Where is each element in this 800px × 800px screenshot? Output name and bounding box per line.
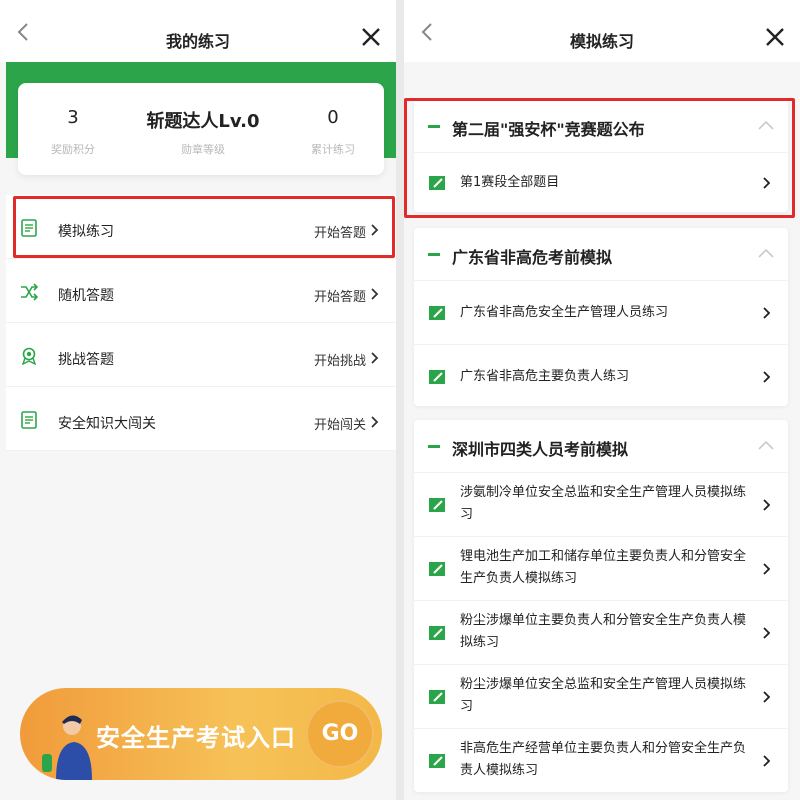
chevron-right-icon	[763, 307, 771, 319]
list-item[interactable]: 非高危生产经营单位主要负责人和分管安全生产负责人模拟练习	[414, 728, 788, 792]
section-header[interactable]: 广东省非高危考前模拟	[414, 228, 788, 280]
list-item[interactable]: 粉尘涉爆单位主要负责人和分管安全生产负责人模拟练习	[414, 600, 788, 664]
chevron-up-icon[interactable]	[758, 248, 774, 258]
section-header[interactable]: 第二届"强安杯"竞赛题公布	[414, 100, 788, 152]
menu-item-label: 模拟练习	[58, 224, 114, 240]
list-item[interactable]: 第1赛段全部题目	[414, 152, 788, 212]
chevron-right-icon	[763, 371, 771, 383]
list-item[interactable]: 广东省非高危安全生产管理人员练习	[414, 280, 788, 344]
section-dash	[428, 445, 440, 448]
section-shenzhen: 深圳市四类人员考前模拟 涉氨制冷单位安全总监和安全生产管理人员模拟练习 锂电池生…	[414, 420, 788, 792]
edit-doc-icon	[429, 498, 445, 512]
my-practice-screen: 我的练习 3 奖励积分 斩题达人Lv.0 勋章等级 0 累计练习 模拟练习 开始…	[0, 0, 396, 800]
menu-item-action[interactable]: 开始答题	[314, 286, 366, 305]
doc-list-icon	[21, 219, 37, 237]
close-icon[interactable]	[360, 26, 382, 48]
menu-item-random-quiz[interactable]: 随机答题 开始答题	[6, 259, 396, 323]
stat-label: 勋章等级	[181, 143, 225, 156]
section-qiangan-cup: 第二届"强安杯"竞赛题公布 第1赛段全部题目	[414, 100, 788, 212]
list-item[interactable]: 广东省非高危主要负责人练习	[414, 344, 788, 406]
item-text: 广东省非高危安全生产管理人员练习	[460, 305, 669, 320]
menu-item-label: 挑战答题	[58, 352, 114, 368]
section-dash	[428, 253, 440, 256]
menu-item-mock-practice[interactable]: 模拟练习 开始答题	[6, 195, 396, 259]
edit-doc-icon	[429, 562, 445, 576]
nav-bar: 模拟练习	[404, 0, 800, 62]
edit-doc-icon	[429, 626, 445, 640]
stat-value: 斩题达人Lv.0	[146, 111, 260, 132]
stat-label: 奖励积分	[51, 143, 95, 156]
page-title: 我的练习	[165, 32, 230, 51]
section-guangdong: 广东省非高危考前模拟 广东省非高危安全生产管理人员练习 广东省非高危主要负责人练…	[414, 228, 788, 406]
list-item[interactable]: 锂电池生产加工和储存单位主要负责人和分管安全生产负责人模拟练习	[414, 536, 788, 600]
section-title: 广东省非高危考前模拟	[452, 248, 613, 267]
list-item[interactable]: 粉尘涉爆单位安全总监和安全生产管理人员模拟练习	[414, 664, 788, 728]
doc-list-icon	[21, 411, 37, 429]
edit-doc-icon	[429, 690, 445, 704]
item-text: 粉尘涉爆单位安全总监和安全生产管理人员模拟练习	[460, 677, 747, 714]
edit-doc-icon	[429, 370, 445, 384]
item-text: 广东省非高危主要负责人练习	[460, 369, 630, 384]
person-illustration-icon	[42, 715, 92, 780]
mock-practice-screen: 模拟练习 第二届"强安杯"竞赛题公布 第1赛段全部题目 广东省非高危考前模拟 广…	[404, 0, 800, 800]
chevron-right-icon	[763, 627, 771, 639]
chevron-right-icon	[371, 288, 379, 300]
stats-card: 3 奖励积分 斩题达人Lv.0 勋章等级 0 累计练习	[18, 83, 384, 175]
list-item[interactable]: 涉氨制冷单位安全总监和安全生产管理人员模拟练习	[414, 472, 788, 536]
item-text: 第1赛段全部题目	[460, 175, 560, 190]
page-title: 模拟练习	[569, 32, 634, 51]
chevron-right-icon	[371, 416, 379, 428]
chevron-up-icon[interactable]	[758, 440, 774, 450]
close-icon[interactable]	[764, 26, 786, 48]
chevron-right-icon	[371, 352, 379, 364]
section-dash	[428, 125, 440, 128]
practice-menu: 模拟练习 开始答题 随机答题 开始答题 挑战答题 开始挑战 安全知识大闯关 开始…	[6, 195, 396, 451]
section-title: 深圳市四类人员考前模拟	[452, 440, 629, 459]
item-text: 涉氨制冷单位安全总监和安全生产管理人员模拟练习	[460, 485, 747, 522]
menu-item-challenge-quiz[interactable]: 挑战答题 开始挑战	[6, 323, 396, 387]
chevron-up-icon[interactable]	[758, 120, 774, 130]
banner-text: 安全生产考试入口	[96, 724, 296, 752]
stat-medal-level: 斩题达人Lv.0 勋章等级	[128, 107, 278, 157]
nav-bar: 我的练习	[0, 0, 396, 62]
edit-doc-icon	[429, 306, 445, 320]
medal-icon	[21, 347, 37, 365]
chevron-right-icon	[763, 691, 771, 703]
menu-item-action[interactable]: 开始闯关	[314, 414, 366, 433]
stat-label: 累计练习	[311, 143, 355, 156]
chevron-right-icon	[763, 563, 771, 575]
exam-entry-banner[interactable]: 安全生产考试入口 GO	[20, 688, 382, 780]
edit-doc-icon	[429, 754, 445, 768]
item-text: 非高危生产经营单位主要负责人和分管安全生产负责人模拟练习	[460, 741, 747, 778]
stat-value: 3	[67, 107, 79, 128]
go-button[interactable]: GO	[306, 700, 374, 768]
stat-value: 0	[327, 107, 339, 128]
stat-total-practice: 0 累计练习	[288, 107, 378, 157]
chevron-right-icon	[763, 177, 771, 189]
shuffle-icon	[21, 283, 38, 301]
section-title: 第二届"强安杯"竞赛题公布	[452, 120, 645, 139]
edit-doc-icon	[429, 176, 445, 190]
item-text: 锂电池生产加工和储存单位主要负责人和分管安全生产负责人模拟练习	[460, 549, 747, 586]
chevron-right-icon	[763, 499, 771, 511]
section-header[interactable]: 深圳市四类人员考前模拟	[414, 420, 788, 472]
menu-item-label: 安全知识大闯关	[58, 416, 156, 432]
stat-points: 3 奖励积分	[28, 107, 118, 157]
menu-item-action[interactable]: 开始答题	[314, 222, 366, 241]
menu-item-action[interactable]: 开始挑战	[314, 350, 366, 369]
menu-item-label: 随机答题	[58, 288, 114, 304]
chevron-right-icon	[763, 755, 771, 767]
menu-item-safety-knowledge[interactable]: 安全知识大闯关 开始闯关	[6, 387, 396, 451]
chevron-right-icon	[371, 224, 379, 236]
item-text: 粉尘涉爆单位主要负责人和分管安全生产负责人模拟练习	[460, 613, 747, 650]
